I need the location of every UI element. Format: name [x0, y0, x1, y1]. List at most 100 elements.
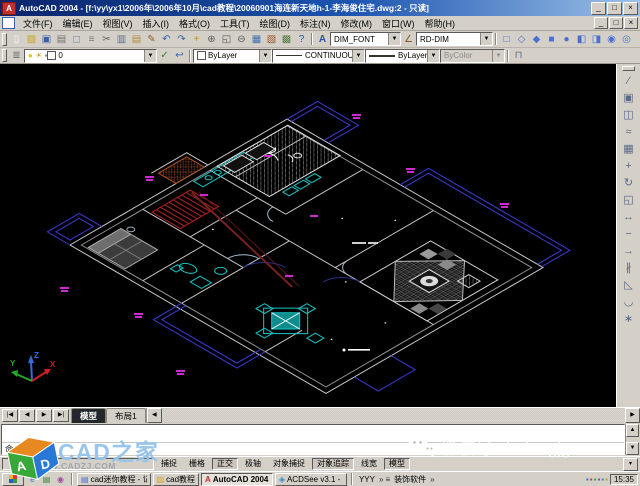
tray-icon-6[interactable]: ▪ [605, 474, 608, 485]
break-icon[interactable]: ∦ [620, 260, 638, 277]
menu-item[interactable]: 帮助(H) [420, 16, 461, 31]
doc-restore-button[interactable]: □ [609, 17, 623, 29]
properties-icon[interactable]: ▦ [249, 33, 264, 46]
status-toggle[interactable]: 对象捕捉 [268, 458, 310, 470]
doc-close-button[interactable]: × [624, 17, 638, 29]
insert-block-icon[interactable]: ⊓ [511, 49, 526, 62]
rotate-icon[interactable]: ↻ [620, 175, 638, 192]
menu-item[interactable]: 工具(T) [215, 16, 255, 31]
combo-arrow-icon[interactable]: ▼ [144, 50, 156, 62]
menu-item[interactable]: 格式(O) [174, 16, 215, 31]
scroll-right-icon[interactable]: ▶ [625, 408, 640, 423]
cut-icon[interactable]: ✂ [99, 33, 114, 46]
quicklaunch-ie-icon[interactable]: e [26, 474, 39, 485]
shade-gouraud-edges-icon[interactable]: ◨ [589, 33, 604, 46]
task-acdsee[interactable]: ◈ ACDSee v3.1 - 20... [275, 473, 347, 486]
dim-style-combo[interactable]: RD-DIM ▼ [416, 32, 493, 46]
text-style-icon[interactable]: A [315, 33, 330, 46]
start-button[interactable] [2, 473, 24, 486]
match-properties-icon[interactable]: ✎ [144, 33, 159, 46]
command-history[interactable] [2, 425, 624, 443]
quicklaunch-media-icon[interactable]: ◉ [54, 474, 67, 485]
camera-icon[interactable]: ◎ [619, 33, 634, 46]
menu-item[interactable]: 窗口(W) [377, 16, 420, 31]
paste-icon[interactable]: ▤ [129, 33, 144, 46]
shade-flat-icon[interactable]: ■ [544, 33, 559, 46]
make-layer-current-icon[interactable]: ✓ [157, 49, 172, 62]
publish-icon[interactable]: ≡ [84, 33, 99, 46]
scale-icon[interactable]: ◱ [620, 192, 638, 209]
task-autocad[interactable]: A AutoCAD 2004 - [... [201, 473, 273, 486]
tray-icon-1[interactable]: ▪ [586, 474, 589, 485]
open-icon[interactable]: ▨ [24, 33, 39, 46]
tray-icon-5[interactable]: ▪ [601, 474, 604, 485]
scroll-up-icon[interactable]: ▲ [626, 424, 639, 437]
stretch-icon[interactable]: ↔ [620, 209, 638, 226]
plot-icon[interactable]: ▤ [54, 33, 69, 46]
task-notepad[interactable]: ▤ cad迷你教程 - 记... [77, 473, 151, 486]
shade-hidden-icon[interactable]: ◆ [529, 33, 544, 46]
layer-previous-icon[interactable]: ↩ [172, 49, 187, 62]
dim-style-icon[interactable]: ∠ [401, 33, 416, 46]
tab-nav-button[interactable]: ◀ [19, 409, 35, 422]
layer-manager-icon[interactable]: ≣ [9, 49, 24, 62]
mirror-icon[interactable]: ◫ [620, 107, 638, 124]
shade-3d-wireframe-icon[interactable]: ◇ [514, 33, 529, 46]
tool-palettes-icon[interactable]: ▩ [279, 33, 294, 46]
task-folder[interactable]: ▨ cad教程 [153, 473, 199, 486]
taskbar-band-deco[interactable]: 装饰软件 [392, 474, 428, 485]
toolbar-grip[interactable] [622, 66, 635, 71]
shade-flat-edges-icon[interactable]: ◧ [574, 33, 589, 46]
plot-preview-icon[interactable]: ◻ [69, 33, 84, 46]
menu-item[interactable]: 绘图(D) [255, 16, 296, 31]
erase-icon[interactable]: ∕ [620, 73, 638, 90]
status-toggle[interactable]: 正交 [212, 458, 238, 470]
restore-button[interactable]: □ [607, 2, 622, 15]
pan-icon[interactable]: + [189, 33, 204, 46]
layer-freeze-icon[interactable]: ☀ [35, 51, 42, 60]
toolbar-grip[interactable] [2, 49, 7, 62]
combo-arrow-icon[interactable]: ▼ [388, 33, 400, 45]
tray-icon-2[interactable]: ▪ [590, 474, 593, 485]
shade-2d-wireframe-icon[interactable]: □ [499, 33, 514, 46]
layout-tab[interactable]: 模型 [71, 408, 106, 423]
chamfer-icon[interactable]: ◺ [620, 277, 638, 294]
menu-item[interactable]: 标注(N) [295, 16, 336, 31]
tray-icon-4[interactable]: ▪ [597, 474, 600, 485]
scroll-left-icon[interactable]: ◀ [147, 408, 162, 423]
status-toggle[interactable]: 线宽 [356, 458, 382, 470]
save-icon[interactable]: ▣ [39, 33, 54, 46]
copy-icon[interactable]: ▥ [114, 33, 129, 46]
trim-icon[interactable]: − [620, 226, 638, 243]
offset-icon[interactable]: ≈ [620, 124, 638, 141]
menu-item[interactable]: 视图(V) [98, 16, 138, 31]
shade-gouraud-icon[interactable]: ● [559, 33, 574, 46]
layout-tab[interactable]: 布局1 [106, 408, 146, 423]
copy-object-icon[interactable]: ▣ [620, 90, 638, 107]
tab-nav-button[interactable]: |◀ [2, 409, 18, 422]
tab-nav-button[interactable]: ▶| [53, 409, 69, 422]
combo-arrow-icon[interactable]: ▼ [259, 50, 271, 62]
zoom-window-icon[interactable]: ◱ [219, 33, 234, 46]
horizontal-scrollbar[interactable]: ◀ ▶ [146, 408, 640, 423]
menu-item[interactable]: 文件(F) [18, 16, 58, 31]
quicklaunch-desktop-icon[interactable]: ▤ [40, 474, 53, 485]
status-toggle[interactable]: 捕捉 [156, 458, 182, 470]
combo-arrow-icon[interactable]: ▼ [352, 50, 364, 62]
taskbar-band-yyy[interactable]: YYY [357, 475, 377, 484]
status-toggle[interactable]: 栅格 [184, 458, 210, 470]
zoom-realtime-icon[interactable]: ⊕ [204, 33, 219, 46]
layer-combo[interactable]: ● ☀ ▪ 0 ▼ [24, 49, 157, 63]
menu-item[interactable]: 插入(I) [138, 16, 175, 31]
layer-on-icon[interactable]: ● [28, 51, 33, 60]
help-icon[interactable]: ? [294, 33, 309, 46]
designcenter-icon[interactable]: ▧ [264, 33, 279, 46]
command-input[interactable]: 命令: [2, 443, 624, 454]
fillet-icon[interactable]: ◡ [620, 294, 638, 311]
menu-item[interactable]: 修改(M) [336, 16, 378, 31]
command-scrollbar[interactable]: ▲ ▼ [625, 424, 639, 455]
orbit-icon[interactable]: ◉ [604, 33, 619, 46]
status-toggle[interactable]: 极轴 [240, 458, 266, 470]
combo-arrow-icon[interactable]: ▼ [480, 33, 492, 45]
array-icon[interactable]: ▦ [620, 141, 638, 158]
